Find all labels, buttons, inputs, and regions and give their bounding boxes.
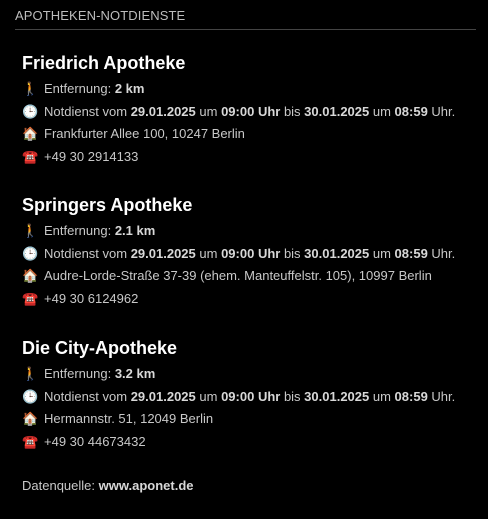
data-source: Datenquelle: www.aponet.de xyxy=(22,476,193,496)
distance-row: 🚶 Entfernung: 2 km xyxy=(22,78,482,101)
duty-label: Notdienst vom xyxy=(44,388,131,404)
distance-label: Entfernung: xyxy=(44,223,115,238)
clock-icon: 🕒 xyxy=(22,388,39,404)
phone-row: ☎️ +49 30 2914133 xyxy=(22,146,482,169)
clock-icon: 🕒 xyxy=(22,245,39,261)
distance-value: 2 km xyxy=(114,81,145,96)
duty-uhr-end: Uhr. xyxy=(427,103,456,119)
duty-to-time: 08:59 xyxy=(394,103,428,119)
duty-from-time: 09:00 Uhr xyxy=(221,388,281,404)
widget-title: APOTHEKEN-NOTDIENSTE xyxy=(15,8,186,23)
duty-from-time: 09:00 Uhr xyxy=(221,245,281,261)
duty-to-date: 30.01.2025 xyxy=(304,245,370,261)
source-label: Datenquelle: xyxy=(22,478,99,493)
duty-um-1: um xyxy=(195,388,222,404)
clock-icon: 🕒 xyxy=(22,103,39,119)
pharmacy-entry: Friedrich Apotheke 🚶 Entfernung: 2 km 🕒 No… xyxy=(22,51,482,168)
pharmacy-name: Die City-Apotheke xyxy=(22,338,178,358)
distance-value: 2.1 km xyxy=(114,223,156,238)
duty-to-time: 08:59 xyxy=(394,245,428,261)
address-row: 🏠 Frankfurter Allee 100, 10247 Berlin xyxy=(22,123,482,146)
duty-from-date: 29.01.2025 xyxy=(130,103,196,119)
duty-to-date: 30.01.2025 xyxy=(304,388,370,404)
duty-bis: bis xyxy=(280,388,305,404)
walking-person-icon: 🚶 xyxy=(22,81,39,96)
address-text: Hermannstr. 51, 12049 Berlin xyxy=(44,411,214,426)
widget-header: APOTHEKEN-NOTDIENSTE xyxy=(15,8,476,30)
pharmacy-entry: Springers Apotheke 🚶 Entfernung: 2.1 km 🕒… xyxy=(22,193,482,310)
telephone-icon: ☎️ xyxy=(22,148,39,164)
address-row: 🏠 Hermannstr. 51, 12049 Berlin xyxy=(22,408,482,431)
pharmacy-name: Springers Apotheke xyxy=(22,195,193,215)
duty-uhr-end: Uhr. xyxy=(427,245,456,261)
telephone-icon: ☎️ xyxy=(22,290,39,306)
duty-label: Notdienst vom xyxy=(44,103,131,119)
duty-from-date: 29.01.2025 xyxy=(130,388,196,404)
duty-bis: bis xyxy=(280,245,305,261)
duty-um-1: um xyxy=(195,103,222,119)
duty-label: Notdienst vom xyxy=(44,245,131,261)
pharmacy-widget: APOTHEKEN-NOTDIENSTE Friedrich Apotheke … xyxy=(0,0,488,519)
house-icon: 🏠 xyxy=(22,126,39,141)
address-row: 🏠 Audre-Lorde-Straße 37-39 (ehem. Manteuf… xyxy=(22,265,482,288)
source-link[interactable]: www.aponet.de xyxy=(99,478,194,493)
house-icon: 🏠 xyxy=(22,411,39,426)
duty-from-time: 09:00 Uhr xyxy=(221,103,281,119)
phone-number: +49 30 44673432 xyxy=(44,433,146,449)
duty-to-time: 08:59 xyxy=(394,388,428,404)
phone-row: ☎️ +49 30 6124962 xyxy=(22,288,482,311)
pharmacy-name: Friedrich Apotheke xyxy=(22,53,186,73)
duty-row: 🕒 Notdienst vom 29.01.2025 um 09:00 Uhr b… xyxy=(22,243,482,266)
distance-value: 3.2 km xyxy=(114,366,156,381)
distance-label: Entfernung: xyxy=(44,81,115,96)
phone-number: +49 30 6124962 xyxy=(44,290,139,306)
distance-label: Entfernung: xyxy=(44,366,115,381)
walking-person-icon: 🚶 xyxy=(22,366,39,381)
duty-to-date: 30.01.2025 xyxy=(304,103,370,119)
duty-bis: bis xyxy=(280,103,305,119)
phone-row: ☎️ +49 30 44673432 xyxy=(22,431,482,454)
walking-person-icon: 🚶 xyxy=(22,223,39,238)
house-icon: 🏠 xyxy=(22,268,39,283)
address-text: Audre-Lorde-Straße 37-39 (ehem. Manteuff… xyxy=(44,268,432,283)
address-text: Frankfurter Allee 100, 10247 Berlin xyxy=(44,126,245,141)
duty-um-2: um xyxy=(369,103,395,119)
duty-um-1: um xyxy=(195,245,222,261)
phone-number: +49 30 2914133 xyxy=(44,148,139,164)
duty-from-date: 29.01.2025 xyxy=(130,245,196,261)
distance-row: 🚶 Entfernung: 2.1 km xyxy=(22,220,482,243)
duty-um-2: um xyxy=(369,245,395,261)
duty-row: 🕒 Notdienst vom 29.01.2025 um 09:00 Uhr b… xyxy=(22,386,482,409)
pharmacy-entry: Die City-Apotheke 🚶 Entfernung: 3.2 km 🕒 N… xyxy=(22,336,482,453)
duty-row: 🕒 Notdienst vom 29.01.2025 um 09:00 Uhr b… xyxy=(22,101,482,124)
duty-uhr-end: Uhr. xyxy=(427,388,456,404)
telephone-icon: ☎️ xyxy=(22,433,39,449)
duty-um-2: um xyxy=(369,388,395,404)
distance-row: 🚶 Entfernung: 3.2 km xyxy=(22,363,482,386)
